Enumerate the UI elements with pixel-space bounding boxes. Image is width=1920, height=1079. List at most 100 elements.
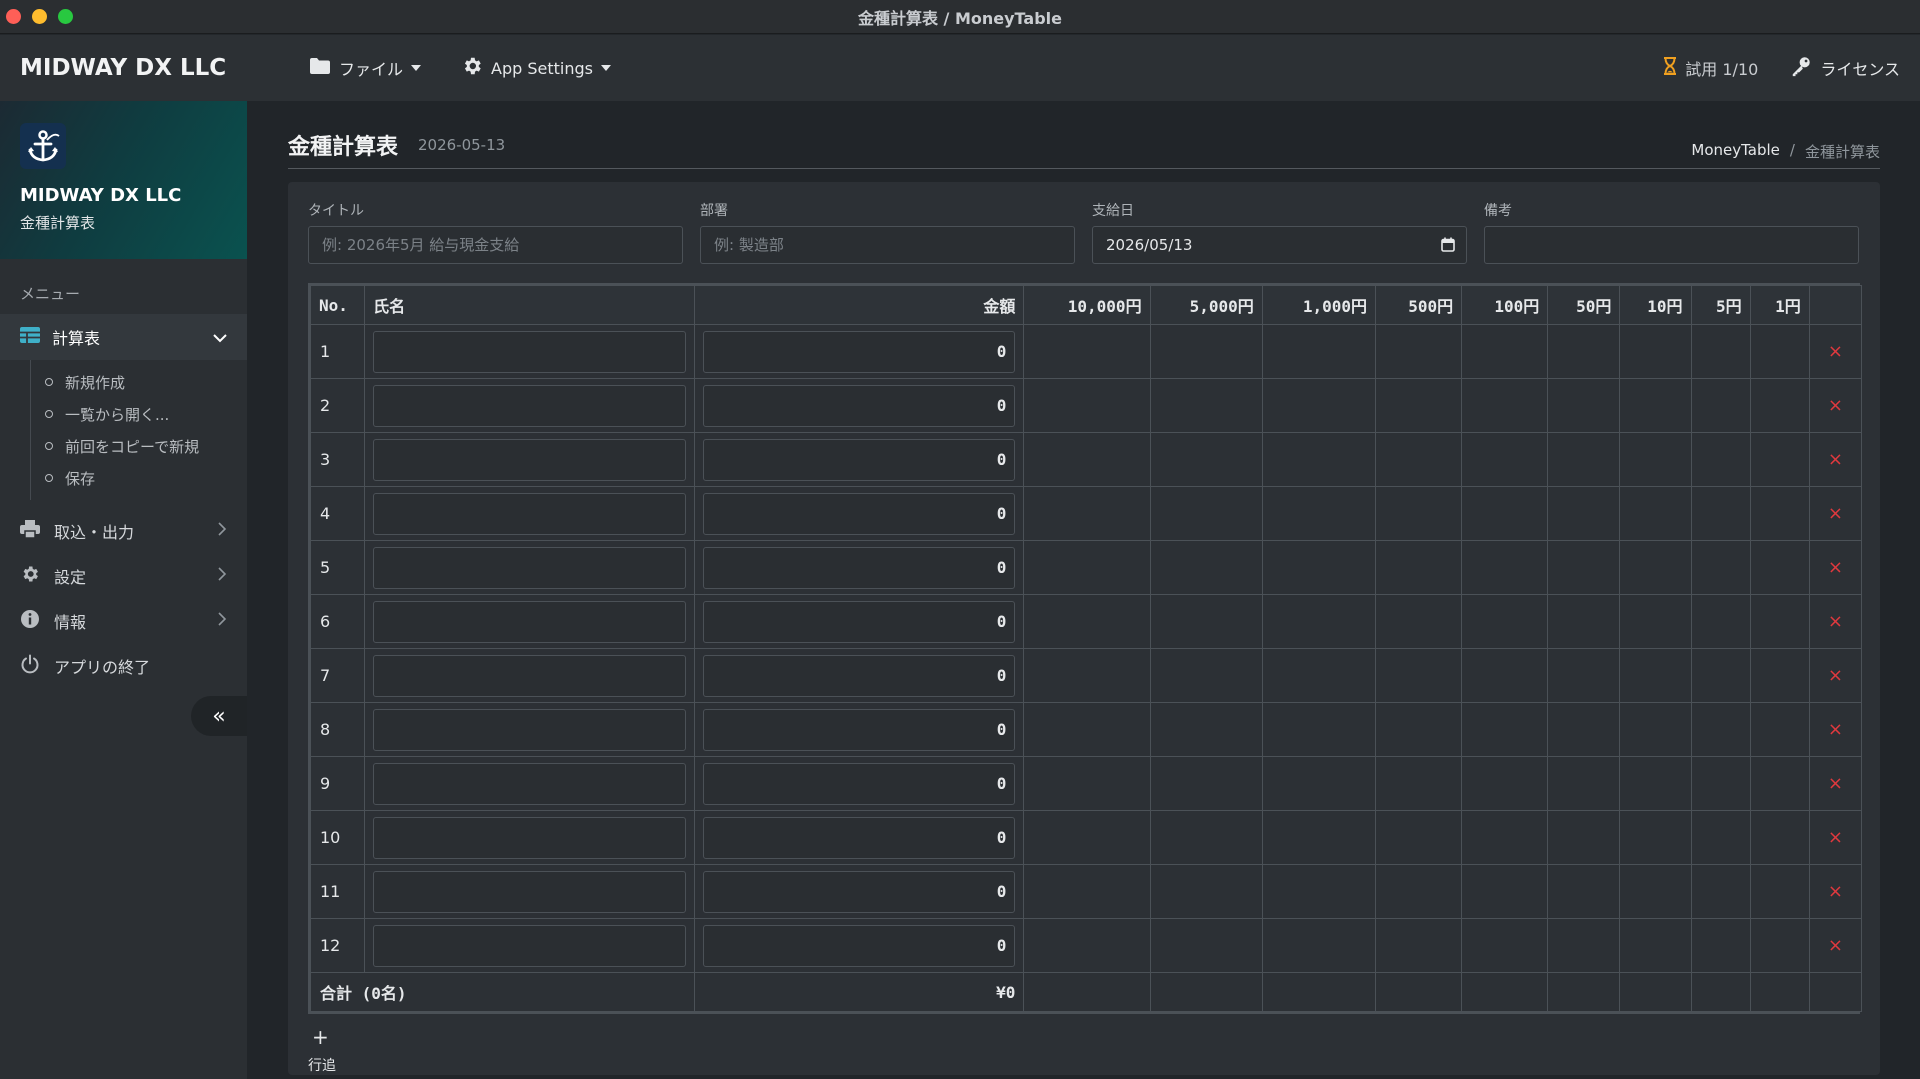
amount-input[interactable] [702,708,1016,751]
name-cell [364,864,695,919]
key-icon [1790,55,1812,81]
table-row: 7× [309,648,1863,703]
denomination-count-cell [1374,324,1463,379]
name-input[interactable] [373,654,686,697]
name-input[interactable] [373,600,686,643]
delete-row-button[interactable]: × [1808,540,1863,595]
pay-date-wrapper [1092,226,1467,264]
amount-input[interactable] [702,330,1016,373]
submenu-label: 一覧から開く... [65,405,170,424]
table-row: 6× [309,594,1863,649]
zoom-window-button[interactable] [58,9,73,24]
delete-row-button[interactable]: × [1808,378,1863,433]
amount-cell [693,864,1025,919]
sidebar-item-label: 情報 [54,612,87,632]
name-input[interactable] [373,762,686,805]
name-input[interactable] [373,924,686,967]
delete-row-button[interactable]: × [1808,702,1863,757]
pay-date-input[interactable] [1092,226,1467,264]
amount-input[interactable] [702,762,1016,805]
file-menu[interactable]: ファイル [309,56,422,80]
submenu-copy-previous[interactable]: 前回をコピーで新規 [45,430,247,462]
denomination-table-frame: No. 氏名 金額 10,000円 5,000円 1,000円 500円 100… [308,283,1863,1014]
delete-row-button[interactable]: × [1808,864,1863,919]
amount-input[interactable] [702,870,1016,913]
delete-row-button[interactable]: × [1808,810,1863,865]
sidebar-item-import-export[interactable]: 取込・出力 [0,508,247,553]
sidebar-item-settings[interactable]: 設定 [0,553,247,598]
table-row: 11 × [309,864,1863,919]
denomination-count-cell [1261,324,1377,379]
add-row-button[interactable]: + 行追 [308,1027,336,1075]
title-input[interactable] [308,226,683,264]
amount-input[interactable] [702,816,1016,859]
denomination-count-cell [1461,432,1549,487]
collapse-sidebar-button[interactable]: « [191,696,247,736]
file-menu-label: ファイル [339,60,404,79]
table-row: 10 × [309,810,1863,865]
amount-cell [693,378,1025,433]
delete-row-button[interactable]: × [1808,486,1863,541]
submenu-save[interactable]: 保存 [45,462,247,494]
denomination-count-cell [1374,810,1463,865]
calendar-icon[interactable] [1441,237,1455,256]
row-number: 7 [309,648,366,703]
delete-row-button[interactable]: × [1808,918,1863,973]
delete-row-button[interactable]: × [1808,324,1863,379]
name-input[interactable] [373,492,686,535]
denomination-count-cell [1619,486,1692,541]
minimize-window-button[interactable] [32,9,47,24]
denomination-count-cell [1149,324,1263,379]
delete-row-button[interactable]: × [1808,756,1863,811]
denomination-count-cell [1749,918,1810,973]
name-input[interactable] [373,384,686,427]
amount-cell [693,648,1025,703]
name-cell [364,432,695,487]
amount-input[interactable] [702,924,1016,967]
name-input[interactable] [373,546,686,589]
name-input[interactable] [373,330,686,373]
amount-input[interactable] [702,492,1016,535]
sidebar-menu-label: メニュー [20,285,81,303]
sidebar-item-info[interactable]: 情報 [0,598,247,643]
amount-input[interactable] [702,654,1016,697]
amount-input[interactable] [702,384,1016,427]
pay-date-field-group: 支給日 [1092,200,1467,264]
license-button[interactable]: ライセンス [1790,55,1900,81]
row-number: 8 [309,702,366,757]
submenu-new[interactable]: 新規作成 [45,366,247,398]
calculation-card: タイトル 部署 支給日 備考 [288,182,1880,1075]
delete-row-button[interactable]: × [1808,594,1863,649]
delete-row-button[interactable]: × [1808,648,1863,703]
department-input[interactable] [700,226,1075,264]
denomination-count-cell [1023,810,1151,865]
denomination-count-cell [1374,918,1463,973]
trial-status[interactable]: 試用 1/10 [1663,56,1758,80]
denomination-count-cell [1619,702,1692,757]
table-row: 1× [309,324,1863,379]
page-header: 金種計算表 2026-05-13 MoneyTable / 金種計算表 [288,129,1880,169]
name-input[interactable] [373,816,686,859]
submenu-open-from-list[interactable]: 一覧から開く... [45,398,247,430]
breadcrumb-home-link[interactable]: MoneyTable [1691,141,1780,162]
circle-icon [45,474,53,482]
denomination-count-cell [1023,432,1151,487]
sidebar-item-calculation-table[interactable]: 計算表 [0,314,247,360]
name-input[interactable] [373,438,686,481]
note-input[interactable] [1484,226,1859,264]
app-settings-menu[interactable]: App Settings [461,55,611,81]
denomination-count-cell [1261,378,1377,433]
name-input[interactable] [373,870,686,913]
navbar-brand[interactable]: MIDWAY DX LLC [20,55,226,81]
amount-input[interactable] [702,546,1016,589]
amount-input[interactable] [702,600,1016,643]
close-window-button[interactable] [6,9,21,24]
department-field-group: 部署 [700,200,1075,264]
sidebar-item-quit-app[interactable]: アプリの終了 [0,643,247,688]
name-input[interactable] [373,708,686,751]
denomination-count-cell [1261,432,1377,487]
denomination-count-cell [1461,810,1549,865]
amount-input[interactable] [702,438,1016,481]
amount-cell [693,324,1025,379]
delete-row-button[interactable]: × [1808,432,1863,487]
